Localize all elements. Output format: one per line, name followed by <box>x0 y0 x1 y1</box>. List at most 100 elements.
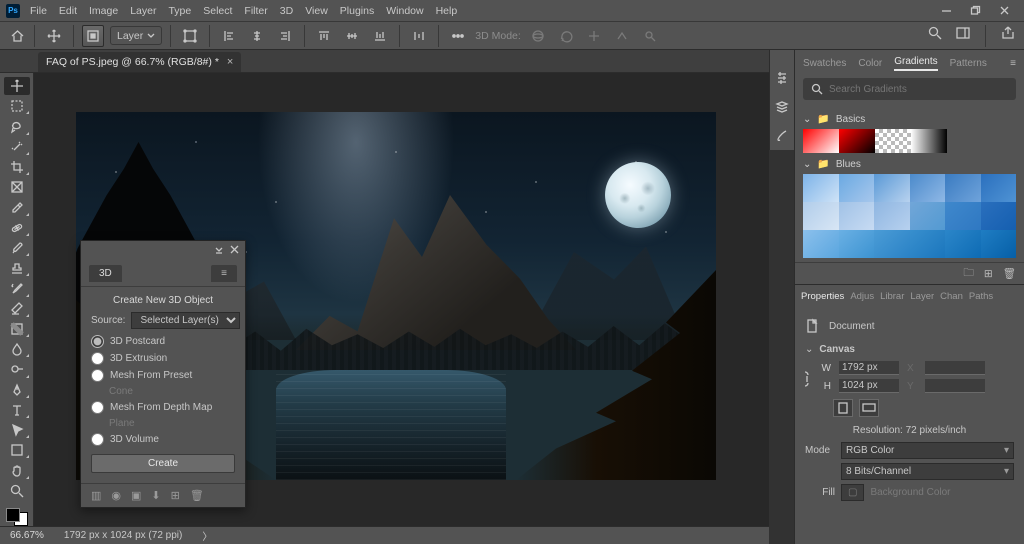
3d-volume-radio[interactable]: 3D Volume <box>91 433 235 446</box>
wand-tool[interactable] <box>4 138 30 156</box>
menu-type[interactable]: Type <box>168 5 191 17</box>
lasso-tool[interactable] <box>4 117 30 135</box>
gradient-swatch[interactable] <box>981 202 1017 230</box>
3d-roll-icon[interactable] <box>555 25 577 47</box>
gradient-swatch[interactable] <box>910 230 946 258</box>
workspace-icon[interactable] <box>955 25 971 47</box>
menu-plugins[interactable]: Plugins <box>340 5 374 17</box>
gradient-swatch[interactable] <box>911 129 947 153</box>
close-tab-icon[interactable]: × <box>227 56 233 68</box>
menu-view[interactable]: View <box>305 5 328 17</box>
align-hcenter-icon[interactable] <box>246 25 268 47</box>
gradient-search-input[interactable] <box>829 84 1008 95</box>
mesh-depth-radio[interactable]: Mesh From Depth Map <box>91 401 235 414</box>
canvas-section[interactable]: ⌄ Canvas <box>805 344 1014 355</box>
gradient-swatch[interactable] <box>874 202 910 230</box>
tab-libraries[interactable]: Librar <box>880 291 904 302</box>
gradient-swatch[interactable] <box>945 202 981 230</box>
panel-menu-icon[interactable]: ≡ <box>1010 58 1016 69</box>
color-swatches[interactable] <box>6 508 28 526</box>
pen-tool[interactable] <box>4 381 30 399</box>
gradient-tool[interactable] <box>4 320 30 338</box>
3d-light-icon[interactable]: ◉ <box>111 489 121 502</box>
gradient-swatch[interactable] <box>839 202 875 230</box>
eyedropper-tool[interactable] <box>4 198 30 216</box>
landscape-icon[interactable] <box>859 399 879 417</box>
heal-tool[interactable] <box>4 219 30 237</box>
blues-group[interactable]: ⌄ 📁 Blues <box>803 159 1016 170</box>
gradient-search[interactable] <box>803 78 1016 100</box>
link-icon[interactable] <box>801 369 813 392</box>
type-tool[interactable] <box>4 401 30 419</box>
menu-filter[interactable]: Filter <box>244 5 267 17</box>
gradient-swatch[interactable] <box>839 129 875 153</box>
3d-zoom-icon[interactable] <box>639 25 661 47</box>
shape-tool[interactable] <box>4 441 30 459</box>
3d-pan-icon[interactable] <box>583 25 605 47</box>
history-brush-tool[interactable] <box>4 279 30 297</box>
adjustments-dock-icon[interactable] <box>775 70 789 87</box>
create-button[interactable]: Create <box>91 454 235 473</box>
share-icon[interactable] <box>1000 25 1016 47</box>
mode-select[interactable]: RGB Color▾ <box>841 442 1014 459</box>
gradient-swatch[interactable] <box>910 174 946 202</box>
gradient-swatch[interactable] <box>839 230 875 258</box>
path-select-tool[interactable] <box>4 421 30 439</box>
collapse-panel-icon[interactable] <box>214 245 224 258</box>
hand-tool[interactable] <box>4 461 30 479</box>
gradient-swatch[interactable] <box>981 174 1017 202</box>
transform-controls-icon[interactable] <box>179 25 201 47</box>
tab-swatches[interactable]: Swatches <box>803 58 846 69</box>
frame-tool[interactable] <box>4 178 30 196</box>
move-tool[interactable] <box>4 77 30 95</box>
gradient-swatch[interactable] <box>803 230 839 258</box>
align-left-icon[interactable] <box>218 25 240 47</box>
zoom-label[interactable]: 66.67% <box>10 530 44 541</box>
layers-dock-icon[interactable] <box>775 99 789 116</box>
menu-window[interactable]: Window <box>386 5 423 17</box>
brush-tool[interactable] <box>4 239 30 257</box>
source-select[interactable]: Selected Layer(s) <box>131 312 240 329</box>
tab-properties[interactable]: Properties <box>801 291 844 302</box>
gradient-swatch[interactable] <box>803 202 839 230</box>
menu-file[interactable]: File <box>30 5 47 17</box>
tab-channels[interactable]: Chan <box>940 291 963 302</box>
basics-group[interactable]: ⌄ 📁 Basics <box>803 114 1016 125</box>
menu-help[interactable]: Help <box>436 5 458 17</box>
close-button[interactable] <box>999 5 1010 16</box>
gradient-swatch[interactable] <box>839 174 875 202</box>
distribute-icon[interactable] <box>408 25 430 47</box>
3d-orbit-icon[interactable] <box>527 25 549 47</box>
3d-extrusion-radio[interactable]: 3D Extrusion <box>91 352 235 365</box>
tab-gradients[interactable]: Gradients <box>894 56 937 71</box>
3d-camera-icon[interactable]: ▣ <box>131 489 141 502</box>
tab-layers[interactable]: Layer <box>910 291 934 302</box>
gradient-swatch[interactable] <box>945 230 981 258</box>
document-tab[interactable]: FAQ of PS.jpeg @ 66.7% (RGB/8#) * × <box>38 52 241 72</box>
status-chevron-icon[interactable]: 〉 <box>202 528 212 543</box>
align-right-icon[interactable] <box>274 25 296 47</box>
brush-dock-icon[interactable] <box>775 128 789 145</box>
search-icon[interactable] <box>927 25 943 47</box>
fill-swatch[interactable]: ▢ <box>841 484 864 501</box>
home-icon[interactable] <box>8 27 26 45</box>
align-bottom-icon[interactable] <box>369 25 391 47</box>
gradient-swatch[interactable] <box>945 174 981 202</box>
eraser-tool[interactable] <box>4 300 30 318</box>
menu-3d[interactable]: 3D <box>280 5 293 17</box>
3d-render-icon[interactable]: ⬇ <box>151 489 160 502</box>
gradient-save-icon[interactable]: 🗀 <box>963 265 974 283</box>
tab-paths[interactable]: Paths <box>969 291 993 302</box>
3d-trash-icon[interactable]: 🗑 <box>190 489 204 502</box>
mesh-preset-radio[interactable]: Mesh From Preset <box>91 369 235 382</box>
tab-adjustments[interactable]: Adjus <box>850 291 874 302</box>
crop-tool[interactable] <box>4 158 30 176</box>
more-options-icon[interactable] <box>447 25 469 47</box>
3d-tab[interactable]: 3D <box>89 265 122 282</box>
3d-filter-icon[interactable]: ▥ <box>91 489 101 502</box>
zoom-tool[interactable] <box>4 482 30 500</box>
align-vcenter-icon[interactable] <box>341 25 363 47</box>
auto-select-dropdown[interactable]: Layer <box>110 26 162 45</box>
tab-patterns[interactable]: Patterns <box>950 58 987 69</box>
align-top-icon[interactable] <box>313 25 335 47</box>
